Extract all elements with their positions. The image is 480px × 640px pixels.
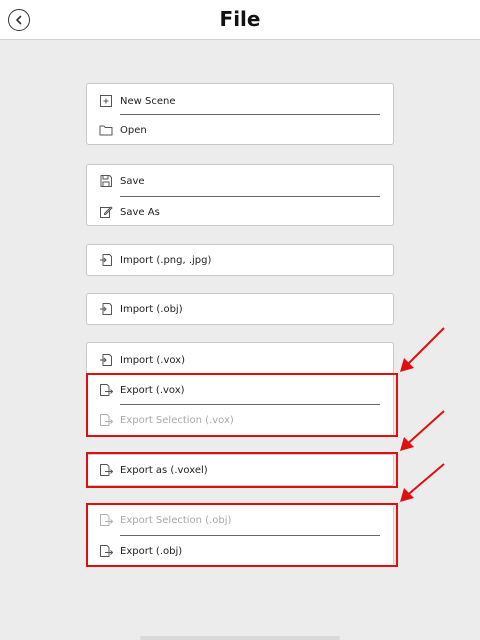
annotation-arrow-icon (400, 410, 445, 451)
open-item[interactable]: Open (87, 115, 393, 145)
edit-document-icon (99, 205, 113, 219)
import-obj-group: Import (.obj) (86, 293, 394, 325)
import-png-jpg-label: Import (.png, .jpg) (120, 254, 212, 266)
export-voxel-label: Export as (.voxel) (120, 464, 208, 476)
annotation-arrow-icon (400, 327, 445, 372)
floppy-disk-icon (99, 174, 113, 188)
scene-menu-group: New Scene Open (86, 83, 394, 145)
annotation-arrow-icon (400, 463, 445, 502)
import-obj-item[interactable]: Import (.obj) (87, 294, 393, 324)
export-voxel-group: Export as (.voxel) (86, 454, 394, 486)
import-vox-label: Import (.vox) (120, 354, 185, 366)
save-menu-group: Save Save As (86, 164, 394, 226)
export-file-icon (99, 544, 113, 558)
export-selection-vox-item[interactable]: Export Selection (.vox) (87, 405, 393, 435)
save-as-item[interactable]: Save As (87, 197, 393, 227)
import-png-jpg-item[interactable]: Import (.png, .jpg) (87, 245, 393, 275)
save-item[interactable]: Save (87, 166, 393, 196)
export-selection-obj-label: Export Selection (.obj) (120, 514, 232, 526)
export-vox-label: Export (.vox) (120, 384, 185, 396)
folder-icon (99, 123, 113, 137)
export-file-icon (99, 413, 113, 427)
export-vox-item[interactable]: Export (.vox) (87, 375, 393, 405)
export-obj-item[interactable]: Export (.obj) (87, 536, 393, 566)
obj-export-group: Export Selection (.obj) Export (.obj) (86, 504, 394, 566)
new-scene-label: New Scene (120, 95, 176, 107)
export-file-icon (99, 463, 113, 477)
open-label: Open (120, 124, 147, 136)
import-file-icon (99, 302, 113, 316)
export-file-icon (99, 383, 113, 397)
export-obj-label: Export (.obj) (120, 545, 183, 557)
import-file-icon (99, 353, 113, 367)
export-selection-obj-item[interactable]: Export Selection (.obj) (87, 505, 393, 535)
export-voxel-item[interactable]: Export as (.voxel) (87, 455, 393, 485)
import-image-group: Import (.png, .jpg) (86, 244, 394, 276)
save-as-label: Save As (120, 206, 160, 218)
new-scene-item[interactable]: New Scene (87, 86, 393, 116)
home-indicator (140, 636, 340, 640)
export-selection-vox-label: Export Selection (.vox) (120, 414, 234, 426)
import-file-icon (99, 253, 113, 267)
vox-menu-group: Import (.vox) Export (.vox) Export Selec… (86, 342, 394, 437)
import-vox-item[interactable]: Import (.vox) (87, 345, 393, 375)
page-title: File (219, 7, 261, 31)
import-obj-label: Import (.obj) (120, 303, 183, 315)
export-file-icon (99, 513, 113, 527)
save-label: Save (120, 175, 145, 187)
plus-square-icon (99, 94, 113, 108)
top-bar: File (0, 0, 480, 40)
